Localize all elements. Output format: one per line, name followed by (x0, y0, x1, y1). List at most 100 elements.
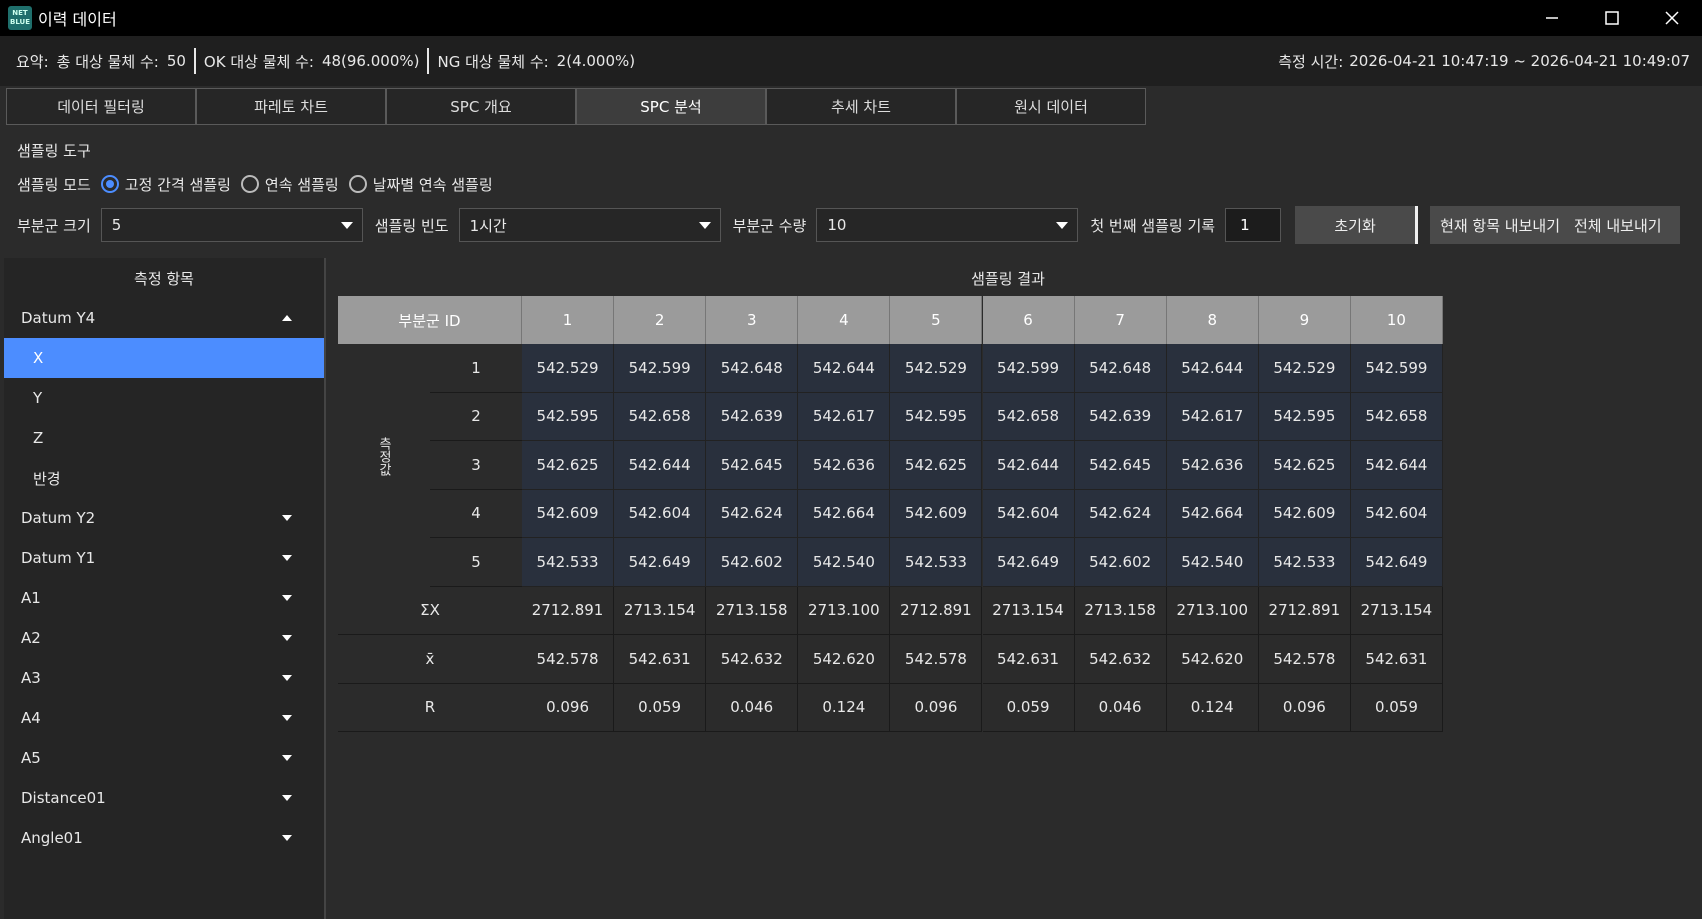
tab-2[interactable]: 파레토 차트 (196, 88, 386, 125)
results-grid: 부분군 ID 1 2 3 4 5 6 7 8 9 10 측정값 1 542.529 542.599 542.6… (338, 296, 1538, 768)
stat-cell: 2713.158 (706, 586, 799, 635)
subgroup-column-header: 8 (1166, 296, 1259, 344)
sampling-mode-option-label[interactable]: 고정 간격 샘플링 (125, 174, 231, 195)
title-bar: NET BLUE 이력 데이터 (0, 0, 1702, 36)
tree-group-item[interactable]: A5 (4, 738, 324, 778)
tab-5[interactable]: 추세 차트 (766, 88, 956, 125)
sampling-mode-radio-2[interactable] (240, 175, 259, 193)
sampling-mode-radio-1[interactable] (100, 175, 119, 193)
measurement-cell: 542.540 (798, 538, 891, 587)
tree-group-item[interactable]: Distance01 (4, 778, 324, 818)
measurement-row-index: 1 (430, 344, 522, 393)
chevron-down-icon[interactable] (282, 595, 292, 601)
history-data-window: NET BLUE 이력 데이터 요약: 총 대상 물체 수: 50 OK 대상 물… (0, 0, 1702, 919)
maximize-button[interactable] (1582, 0, 1642, 36)
measurement-cell: 542.624 (1074, 489, 1167, 538)
tree-item-label: Y (33, 389, 43, 407)
measurement-row-index: 4 (430, 490, 522, 538)
frequency-select[interactable]: 1시간 (458, 208, 721, 242)
maximize-icon (1605, 11, 1619, 25)
export-current-button[interactable]: 현재 항목 내보내기 (1440, 215, 1560, 236)
tree-item-label: 반경 (33, 469, 61, 488)
chevron-down-icon[interactable] (282, 635, 292, 641)
stat-cell: 2713.100 (1166, 586, 1259, 635)
subgroup-column-header: 10 (1350, 296, 1443, 344)
tree-item-label: A1 (21, 589, 41, 607)
tab-3[interactable]: SPC 개요 (386, 88, 576, 125)
tree-group-item[interactable]: A1 (4, 578, 324, 618)
chevron-down-icon[interactable] (282, 835, 292, 841)
stat-cell: 542.631 (982, 635, 1075, 684)
tree-group-item[interactable]: Angle01 (4, 818, 324, 858)
tree-child-item[interactable]: 반경 (4, 458, 324, 498)
sampling-mode-option-label[interactable]: 날짜별 연속 샘플링 (373, 174, 493, 195)
measurement-cell: 542.609 (522, 489, 615, 538)
stat-cell: 0.096 (1258, 683, 1351, 732)
subgroup-size-select[interactable]: 5 (100, 208, 363, 242)
stat-cell: 542.578 (1258, 635, 1351, 684)
chevron-down-icon[interactable] (282, 715, 292, 721)
reset-button[interactable]: 초기화 (1295, 206, 1416, 244)
measurement-cell: 542.649 (982, 538, 1075, 587)
stat-cell: 2712.891 (1258, 586, 1351, 635)
measurement-cell: 542.644 (798, 344, 891, 393)
close-button[interactable] (1642, 0, 1702, 36)
measurement-cell: 542.636 (798, 441, 891, 490)
sampling-mode-row: 샘플링 모드 고정 간격 샘플링 연속 샘플링 날짜별 연속 샘플링 (17, 172, 493, 196)
ng-count-label: NG 대상 물체 수: (437, 52, 549, 71)
tree-group-item[interactable]: Datum Y1 (4, 538, 324, 578)
tree-group-item[interactable]: Datum Y2 (4, 498, 324, 538)
chevron-down-icon[interactable] (282, 755, 292, 761)
sampling-mode-option-label[interactable]: 연속 샘플링 (265, 174, 339, 195)
chevron-down-icon[interactable] (282, 675, 292, 681)
stat-cell: 2712.891 (522, 586, 615, 635)
chevron-up-icon[interactable] (282, 315, 292, 321)
measurement-cell: 542.658 (1350, 392, 1443, 441)
subgroup-id-header: 부분군 ID (338, 296, 522, 344)
first-record-label: 첫 번째 샘플링 기록 (1090, 216, 1216, 235)
measure-time-value: 2026-04-21 10:47:19 ~ 2026-04-21 10:49:0… (1349, 52, 1690, 70)
stat-cell: 0.096 (522, 683, 615, 732)
export-all-button[interactable]: 전체 내보내기 (1574, 215, 1662, 236)
tree-group-item[interactable]: A3 (4, 658, 324, 698)
chevron-down-icon[interactable] (282, 795, 292, 801)
chevron-down-icon[interactable] (282, 555, 292, 561)
tree-item-label: Datum Y1 (21, 549, 96, 567)
measurement-cell: 542.609 (1258, 489, 1351, 538)
chevron-down-icon[interactable] (282, 515, 292, 521)
tree-item-label: X (33, 349, 44, 367)
measurement-cell: 542.599 (982, 344, 1075, 393)
stat-row-label: x̄ (338, 635, 522, 684)
total-count-value: 50 (166, 52, 186, 70)
stat-cell: 542.632 (706, 635, 799, 684)
measurement-cell: 542.649 (614, 538, 707, 587)
stat-cell: 0.046 (1074, 683, 1167, 732)
tree-group-item[interactable]: A2 (4, 618, 324, 658)
measurement-cell: 542.595 (522, 392, 615, 441)
tree-group-item[interactable]: Datum Y4 (4, 298, 324, 338)
subgroup-column-header: 2 (614, 296, 707, 344)
tree-group-item[interactable]: A4 (4, 698, 324, 738)
total-count-label: 총 대상 물체 수: (56, 52, 159, 71)
stat-cell: 2713.154 (1350, 586, 1443, 635)
sampling-mode-radio-3[interactable] (348, 175, 367, 193)
measurement-row-index: 2 (430, 393, 522, 441)
tree-child-item[interactable]: Z (4, 418, 324, 458)
tree-item-label: Angle01 (21, 829, 83, 847)
stat-cell: 542.578 (890, 635, 983, 684)
tab-4[interactable]: SPC 분석 (576, 88, 766, 125)
tree-child-item[interactable]: X (4, 338, 324, 378)
tree-child-item[interactable]: Y (4, 378, 324, 418)
minimize-button[interactable] (1522, 0, 1582, 36)
tab-1[interactable]: 데이터 필터링 (6, 88, 196, 125)
measurement-cell: 542.639 (1074, 392, 1167, 441)
sampling-mode-label: 샘플링 모드 (17, 175, 91, 194)
stat-cell: 542.620 (1166, 635, 1259, 684)
tab-6[interactable]: 원시 데이터 (956, 88, 1146, 125)
sampling-results-title: 샘플링 결과 (971, 269, 1045, 288)
subgroup-count-select[interactable]: 10 (816, 208, 1079, 242)
first-record-input[interactable]: 1 (1225, 208, 1282, 242)
sampling-tools-title: 샘플링 도구 (17, 142, 91, 160)
tree-item-label: A2 (21, 629, 41, 647)
measurement-cell: 542.645 (706, 441, 799, 490)
